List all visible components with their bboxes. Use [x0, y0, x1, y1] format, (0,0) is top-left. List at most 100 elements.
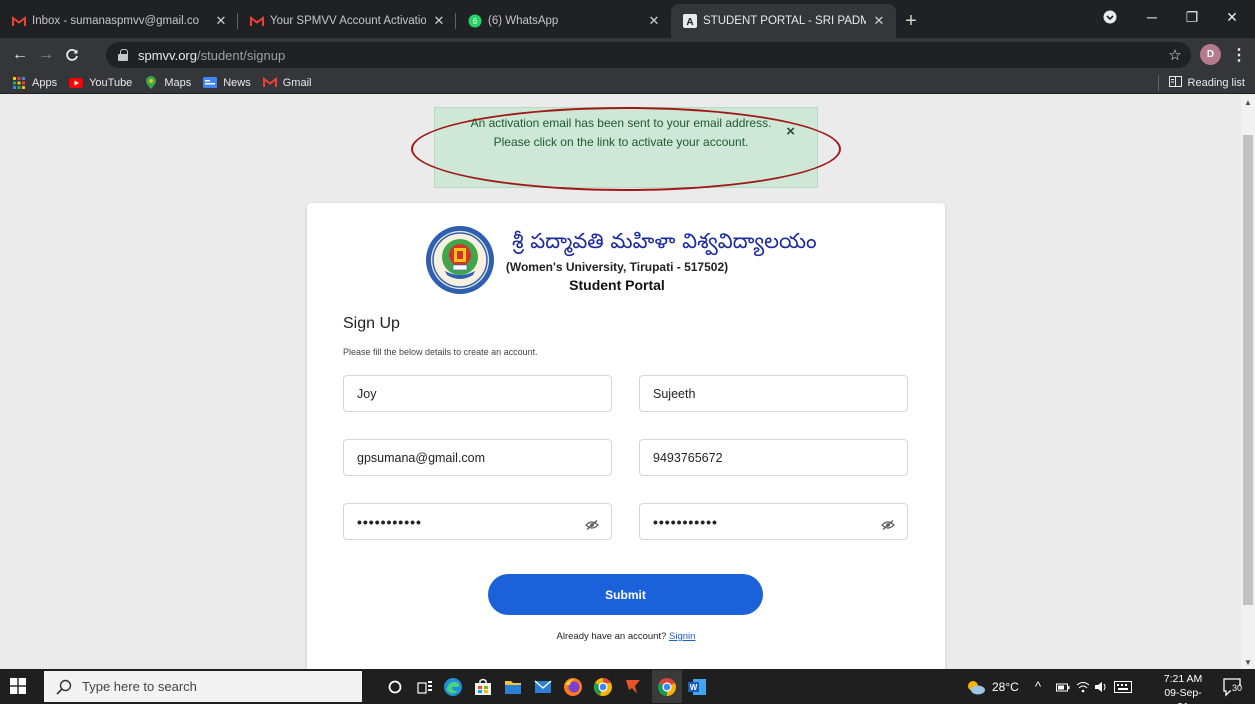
close-window-icon[interactable]: ✕ — [1217, 0, 1247, 34]
page-viewport: An activation email has been sent to you… — [0, 95, 1241, 669]
edge-icon[interactable] — [442, 676, 464, 698]
tab-close-icon[interactable]: ✕ — [214, 13, 228, 29]
scroll-down-icon[interactable]: ▼ — [1241, 655, 1255, 669]
eye-slash-icon[interactable] — [585, 517, 599, 530]
signup-hint: Please fill the below details to create … — [343, 347, 538, 357]
bookmark-star-icon[interactable]: ☆ — [1165, 45, 1185, 65]
back-icon[interactable]: ← — [10, 45, 30, 65]
confirm-password-input[interactable]: ••••••••••• — [639, 503, 908, 540]
mail-icon[interactable] — [532, 676, 554, 698]
new-tab-button[interactable]: + — [896, 4, 926, 38]
url-host: spmvv.org — [138, 47, 197, 63]
bookmarks-bar: Apps YouTube Maps News Gmail Reading lis… — [0, 72, 1255, 94]
tab-close-icon[interactable]: ✕ — [647, 13, 661, 29]
portal-title: Student Portal — [569, 277, 665, 293]
cortana-icon[interactable] — [384, 676, 406, 698]
tab-student-portal[interactable]: A STUDENT PORTAL - SRI PADMAV ✕ — [671, 4, 896, 38]
browser-tab-strip: Inbox - sumanaspmvv@gmail.co ✕ Your SPMV… — [0, 0, 1255, 38]
word-icon[interactable]: W — [686, 676, 708, 698]
menu-kebab-icon[interactable]: ⋮ — [1229, 45, 1249, 65]
bookmark-apps[interactable]: Apps — [12, 76, 58, 89]
tab-account-activation[interactable]: Your SPMVV Account Activation ✕ — [238, 4, 456, 38]
portal-icon: A — [683, 14, 697, 28]
youtube-icon — [69, 77, 84, 89]
university-logo — [425, 225, 495, 295]
signup-card: శ్రీ పద్మావతి మహిళా విశ్వవిద్యాలయం (Wome… — [307, 203, 945, 669]
tab-title: STUDENT PORTAL - SRI PADMAV — [703, 15, 866, 27]
maps-icon — [144, 76, 158, 89]
eye-slash-icon[interactable] — [881, 517, 895, 530]
tab-close-icon[interactable]: ✕ — [432, 13, 446, 29]
weather-widget[interactable]: 28°C — [966, 669, 1019, 704]
restore-icon[interactable]: ❐ — [1177, 0, 1207, 34]
file-explorer-icon[interactable] — [502, 676, 524, 698]
chrome-canary-icon[interactable] — [592, 676, 614, 698]
page-scrollbar[interactable]: ▲ ▼ — [1241, 95, 1255, 669]
last-name-input[interactable]: Sujeeth — [639, 375, 908, 412]
bookmark-gmail[interactable]: Gmail — [262, 76, 312, 89]
reading-list-label: Reading list — [1187, 77, 1245, 89]
clock-date: 09-Sep-21 — [1164, 687, 1202, 704]
windows-taskbar: Type here to search W 28°C ^ 7:21 AM 09-… — [0, 669, 1255, 704]
tray-battery-icon[interactable] — [1056, 669, 1070, 704]
signin-prompt-text: Already have an account? — [556, 631, 670, 642]
news-icon — [203, 77, 218, 89]
tray-chevron-icon[interactable]: ^ — [1035, 669, 1041, 704]
bookmark-label: Maps — [164, 76, 192, 89]
address-bar[interactable]: spmvv.org/student/signup — [106, 42, 1191, 68]
weather-temp: 28°C — [992, 679, 1019, 694]
taskbar-search-box[interactable]: Type here to search — [44, 671, 362, 702]
svg-text:6: 6 — [473, 17, 478, 26]
search-icon — [56, 679, 72, 695]
tab-gmail-inbox[interactable]: Inbox - sumanaspmvv@gmail.co ✕ — [0, 4, 238, 38]
task-view-icon[interactable] — [414, 676, 436, 698]
bookmark-label: Apps — [32, 76, 58, 89]
scroll-up-icon[interactable]: ▲ — [1241, 95, 1255, 109]
bookmark-label: News — [223, 76, 251, 89]
forward-icon[interactable]: → — [36, 45, 56, 65]
tray-wifi-icon[interactable] — [1076, 669, 1090, 704]
bookmark-youtube[interactable]: YouTube — [69, 77, 132, 89]
first-name-input[interactable]: Joy — [343, 375, 612, 412]
tab-title: (6) WhatsApp — [488, 15, 559, 27]
tab-close-icon[interactable]: ✕ — [872, 13, 886, 29]
phone-input[interactable]: 9493765672 — [639, 439, 908, 476]
confirm-password-value: ••••••••••• — [653, 513, 718, 530]
taskbar-clock[interactable]: 7:21 AM 09-Sep-21 — [1163, 672, 1203, 704]
password-input[interactable]: ••••••••••• — [343, 503, 612, 540]
bookmark-label: Gmail — [282, 76, 312, 89]
university-name-telugu: శ్రీ పద్మావతి మహిళా విశ్వవిద్యాలయం — [512, 229, 817, 253]
gmail-icon — [250, 14, 264, 28]
gmail-icon — [262, 77, 277, 89]
chrome-taskbar-icon[interactable] — [652, 670, 682, 703]
minimize-icon[interactable]: ─ — [1137, 0, 1167, 34]
notification-center-icon[interactable]: 30 — [1222, 669, 1244, 704]
tab-search-icon[interactable] — [1100, 0, 1120, 34]
submit-button[interactable]: Submit — [488, 574, 763, 615]
signin-link[interactable]: Signin — [669, 631, 695, 642]
signin-prompt: Already have an account? Signin — [307, 631, 945, 642]
app-flag-icon[interactable] — [622, 676, 644, 698]
reload-icon[interactable] — [62, 45, 82, 65]
reading-list-button[interactable]: Reading list — [1157, 75, 1245, 91]
reading-list-icon — [1168, 76, 1182, 90]
svg-text:A: A — [686, 17, 693, 28]
firefox-icon[interactable] — [562, 676, 584, 698]
scroll-thumb[interactable] — [1243, 135, 1253, 605]
store-icon[interactable] — [472, 676, 494, 698]
svg-text:W: W — [690, 683, 698, 692]
notification-count: 30 — [1232, 683, 1243, 693]
university-subtitle: (Women's University, Tirupati - 517502) — [505, 260, 729, 274]
windows-start-icon[interactable] — [10, 678, 26, 694]
bookmark-news[interactable]: News — [203, 77, 251, 89]
tab-whatsapp[interactable]: 6 (6) WhatsApp ✕ — [456, 4, 671, 38]
profile-avatar[interactable]: D — [1200, 44, 1221, 65]
tray-volume-icon[interactable] — [1094, 669, 1108, 704]
bookmark-maps[interactable]: Maps — [144, 76, 192, 89]
highlight-ellipse — [411, 107, 841, 191]
browser-toolbar: ← → spmvv.org/student/signup ☆ D ⋮ — [0, 38, 1255, 72]
email-input[interactable]: gpsumana@gmail.com — [343, 439, 612, 476]
tab-title: Inbox - sumanaspmvv@gmail.co — [32, 15, 199, 27]
weather-cloud-icon — [966, 679, 986, 695]
tray-keyboard-icon[interactable] — [1114, 669, 1132, 704]
